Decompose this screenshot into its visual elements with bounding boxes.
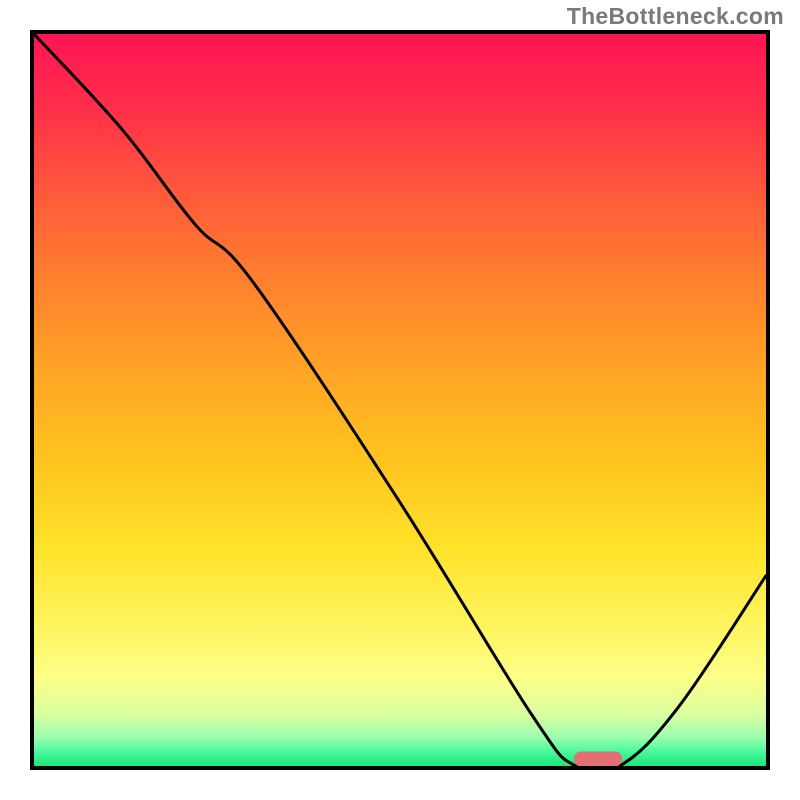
watermark-label: TheBottleneck.com (567, 3, 784, 30)
bottleneck-curve-path (34, 34, 766, 770)
chart-container: TheBottleneck.com (0, 0, 800, 800)
optimal-marker (574, 751, 622, 766)
curve-svg (34, 34, 766, 766)
plot-frame (30, 30, 770, 770)
